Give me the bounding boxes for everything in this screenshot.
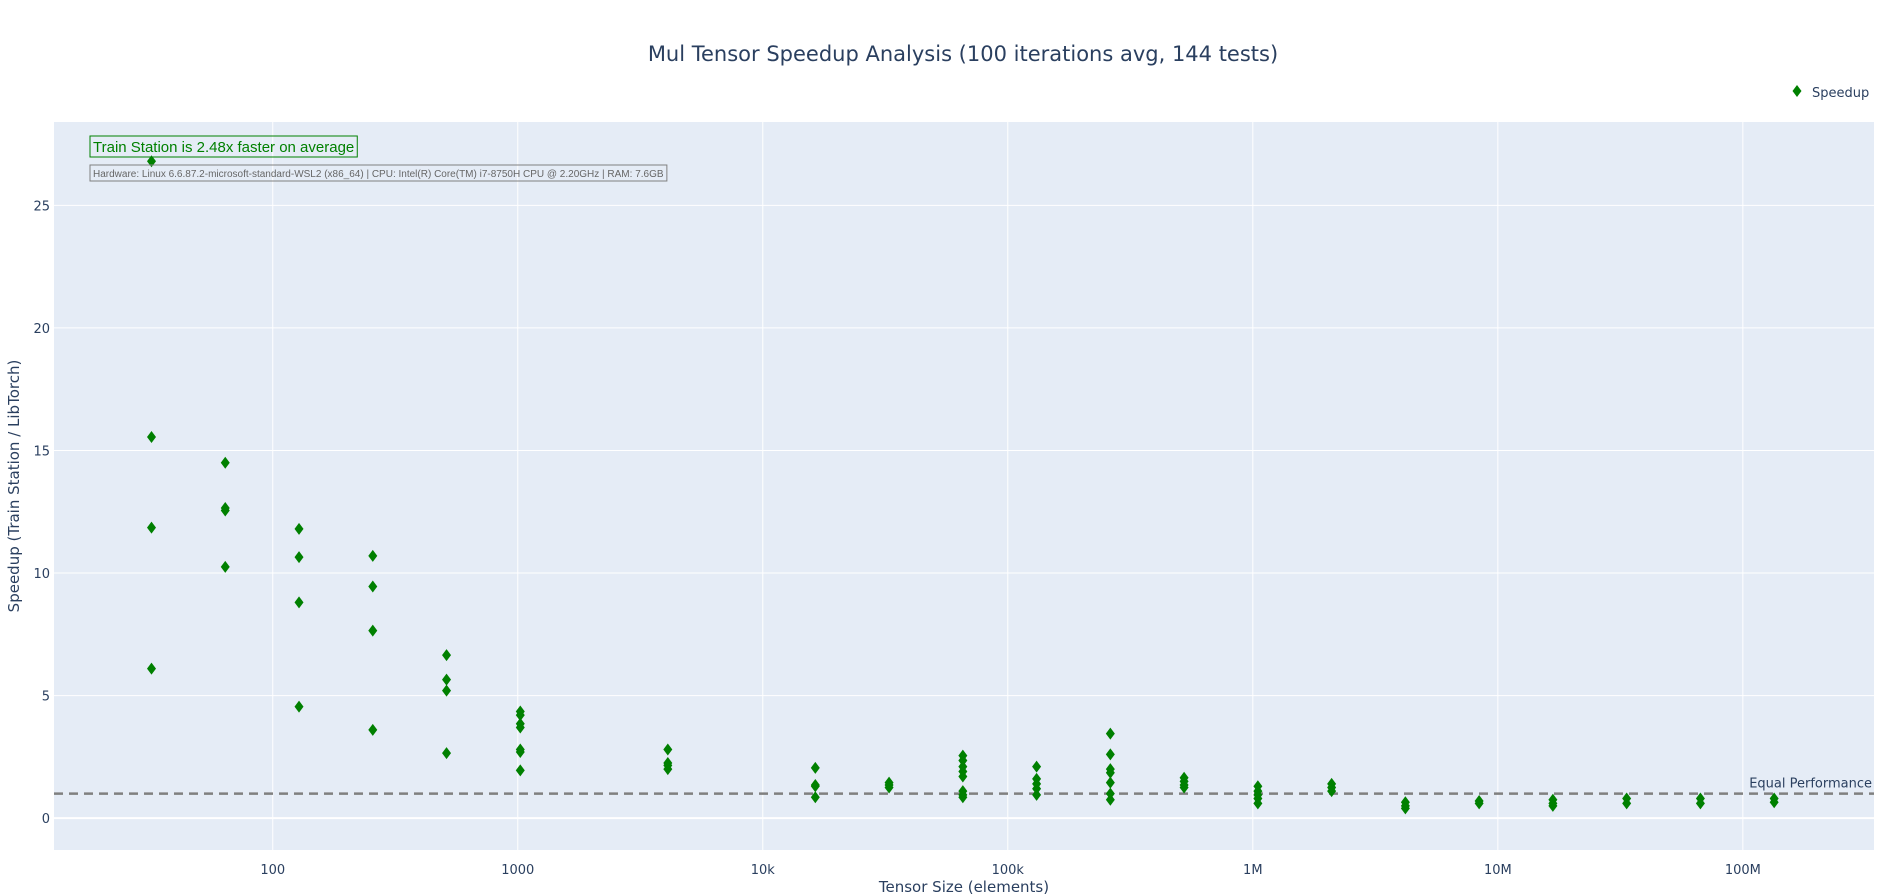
- x-tick-label: 10k: [751, 863, 776, 878]
- equal-performance-label: Equal Performance: [1749, 777, 1872, 792]
- x-tick-label: 1M: [1243, 863, 1263, 878]
- x-tick-label: 1000: [501, 863, 534, 878]
- chart-root: 100 1000 10k 100k 1M 10M 100M 0 5 10 15 20 25 Equal …: [0, 0, 1904, 895]
- plot-area: [54, 122, 1874, 850]
- chart-title: Mul Tensor Speedup Analysis (100 iterati…: [648, 42, 1278, 66]
- y-tick-label: 25: [33, 199, 50, 214]
- y-tick-label: 0: [42, 812, 50, 827]
- legend-diamond-icon: [1792, 85, 1802, 97]
- summary-annotation: Train Station is 2.48x faster on average: [93, 139, 354, 156]
- y-tick-label: 5: [42, 690, 50, 705]
- scatter-chart: 100 1000 10k 100k 1M 10M 100M 0 5 10 15 20 25 Equal …: [5, 42, 1874, 895]
- y-tick-label: 10: [33, 567, 50, 582]
- y-tick-label: 20: [33, 322, 50, 337]
- y-axis-label: Speedup (Train Station / LibTorch): [5, 360, 23, 613]
- x-tick-label: 100: [260, 863, 285, 878]
- x-axis-label: Tensor Size (elements): [878, 878, 1049, 895]
- x-tick-label: 100M: [1725, 863, 1761, 878]
- hardware-annotation: Hardware: Linux 6.6.87.2-microsoft-stand…: [93, 169, 664, 180]
- x-tick-label: 10M: [1484, 863, 1512, 878]
- legend-item-speedup[interactable]: Speedup: [1792, 85, 1870, 101]
- x-tick-label: 100k: [992, 863, 1025, 878]
- y-tick-label: 15: [33, 444, 50, 459]
- legend-label: Speedup: [1812, 86, 1869, 101]
